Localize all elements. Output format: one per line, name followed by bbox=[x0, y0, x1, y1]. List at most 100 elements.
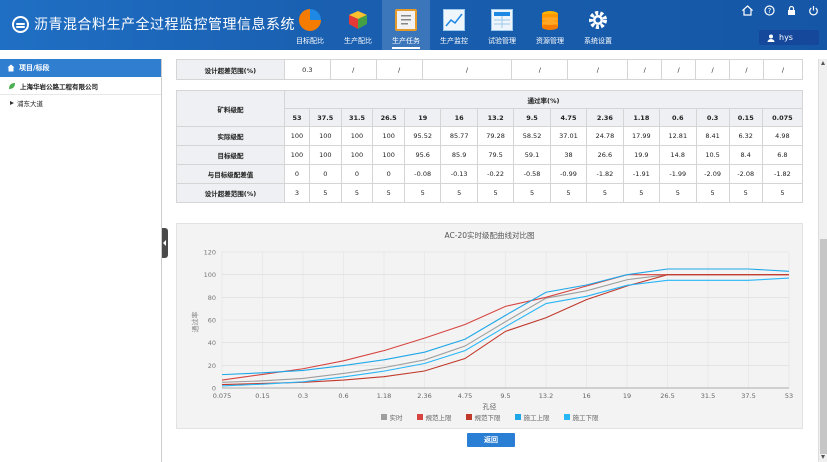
sidebar-org[interactable]: 上海华岩公路工程有限公司 bbox=[0, 77, 161, 95]
table-cell: 5 bbox=[403, 183, 442, 203]
user-menu[interactable]: hys bbox=[759, 30, 819, 45]
table-cell: 14.8 bbox=[659, 145, 697, 165]
sidebar-org-label: 上海华岩公路工程有限公司 bbox=[20, 82, 98, 91]
svg-text:?: ? bbox=[767, 7, 771, 15]
clipboard-icon bbox=[395, 9, 417, 31]
table-row: 目标级配 100 100 100 100 95.6 85.9 79.5 59.1 38 26.6 19… bbox=[176, 145, 804, 165]
help-icon[interactable]: ? bbox=[763, 5, 775, 17]
table-cell: 3 bbox=[284, 183, 310, 203]
nav-item-resource-management[interactable]: 资源管理 bbox=[526, 0, 574, 50]
legend-item[interactable]: 規范上限 bbox=[416, 412, 452, 422]
main-nav: 目标配比 生产配比 生产任务 生产监控 试验管理 资源管理 系统设置 bbox=[286, 0, 622, 50]
nav-item-production-monitor[interactable]: 生产监控 bbox=[430, 0, 478, 50]
sieve-header: 16 bbox=[440, 108, 478, 127]
row-label: 设计超差范围(%) bbox=[176, 59, 285, 80]
grading-chart: AC-20实时级配曲线对比图 通过率 0 20 40 60 80 100 120 0.075 0… bbox=[176, 223, 803, 429]
sidebar-item-project[interactable]: 浦东大道 bbox=[0, 95, 161, 111]
legend-item[interactable]: 实时 bbox=[380, 412, 403, 422]
column-group-header: 通过率(%) bbox=[284, 90, 803, 109]
table-cell: / bbox=[729, 59, 764, 80]
legend-item[interactable]: 規范下限 bbox=[465, 412, 501, 422]
table-cell: -1.82 bbox=[761, 164, 804, 184]
table-cell: 95.52 bbox=[403, 126, 442, 146]
table-cell: 0.3 bbox=[283, 59, 331, 80]
nav-item-production-ratio[interactable]: 生产配比 bbox=[334, 0, 382, 50]
legend-swatch bbox=[563, 414, 570, 420]
grading-table: 矿料级配 通过率(%) 53 37.5 31.5 26.5 19 16 13.2 9.5 4.7… bbox=[176, 90, 804, 203]
row-label: 目标级配 bbox=[176, 145, 285, 165]
y-tick-label: 40 bbox=[208, 339, 216, 347]
row-label: 与目标级配差值 bbox=[176, 164, 285, 184]
sieve-header: 13.2 bbox=[476, 108, 515, 127]
legend-item[interactable]: 施工下限 bbox=[563, 412, 599, 422]
table-icon bbox=[491, 9, 513, 31]
legend-swatch bbox=[465, 414, 472, 420]
table-cell: / bbox=[695, 59, 731, 80]
x-tick-label: 2.36 bbox=[417, 392, 431, 400]
x-tick-label: 0.3 bbox=[298, 392, 308, 400]
app-title: 沥青混合料生产全过程监控管理信息系统 bbox=[34, 17, 295, 33]
nav-label: 资源管理 bbox=[536, 37, 564, 45]
scroll-up-icon[interactable] bbox=[821, 61, 825, 65]
sieve-header: 0.6 bbox=[659, 108, 697, 127]
table-cell: 100 bbox=[372, 126, 405, 146]
y-tick-label: 20 bbox=[208, 362, 216, 370]
table-cell: -0.08 bbox=[403, 164, 442, 184]
table-cell: -1.91 bbox=[622, 164, 661, 184]
power-icon[interactable] bbox=[807, 5, 819, 17]
table-row: 设计超差范围(%) 3 5 5 5 5 5 5 5 5 5 5 5 5 5 5 bbox=[176, 183, 804, 203]
table-cell: 0 bbox=[308, 164, 342, 184]
table-cell: -2.09 bbox=[695, 164, 730, 184]
sieve-header: 2.36 bbox=[586, 108, 624, 127]
table-cell: 5 bbox=[372, 183, 405, 203]
sieve-header: 19 bbox=[403, 108, 442, 127]
y-tick-label: 100 bbox=[204, 271, 216, 279]
x-tick-label: 1.18 bbox=[377, 392, 391, 400]
table-cell: 85.9 bbox=[440, 145, 478, 165]
nav-item-test-management[interactable]: 试验管理 bbox=[478, 0, 526, 50]
table-cell: 5 bbox=[761, 183, 804, 203]
nav-item-production-task[interactable]: 生产任务 bbox=[382, 0, 430, 50]
table-cell: 5 bbox=[476, 183, 515, 203]
pie-chart-icon bbox=[299, 9, 321, 31]
app-logo: 沥青混合料生产全过程监控管理信息系统 bbox=[12, 14, 295, 34]
table-cell: 10.5 bbox=[695, 145, 730, 165]
legend-swatch bbox=[380, 414, 387, 420]
table-cell: / bbox=[375, 59, 423, 80]
table-cell: 5 bbox=[513, 183, 551, 203]
chart-svg: 0204060801001200.075 0.15 0.3 0.6 1.18 2.36 4.… bbox=[204, 249, 794, 401]
x-tick-label: 53 bbox=[785, 392, 793, 400]
nav-item-system-settings[interactable]: 系统设置 bbox=[574, 0, 622, 50]
x-tick-label: 4.75 bbox=[458, 392, 472, 400]
chart-legend: 实时 規范上限 規范下限 施工上限 施工下限 bbox=[177, 412, 802, 422]
table-cell: 59.1 bbox=[513, 145, 551, 165]
nav-item-target-ratio[interactable]: 目标配比 bbox=[286, 0, 334, 50]
sidebar-title: 项目/标段 bbox=[0, 59, 161, 77]
app-header: 沥青混合料生产全过程监控管理信息系统 目标配比 生产配比 生产任务 生产监控 试… bbox=[0, 0, 827, 50]
vertical-scrollbar[interactable] bbox=[818, 59, 827, 462]
table-cell: 0 bbox=[340, 164, 374, 184]
scroll-thumb[interactable] bbox=[820, 239, 827, 454]
table-cell: 5 bbox=[586, 183, 624, 203]
legend-item[interactable]: 施工上限 bbox=[514, 412, 550, 422]
sieve-header: 53 bbox=[284, 108, 310, 127]
legend-label: 施工下限 bbox=[572, 414, 599, 422]
table-cell: / bbox=[329, 59, 377, 80]
line-chart-icon bbox=[443, 9, 465, 31]
table-row: 设计超差范围(%) 0.3 / / / / / / / / / / bbox=[176, 59, 803, 80]
scroll-down-icon[interactable] bbox=[821, 455, 825, 459]
table-cell: -0.22 bbox=[476, 164, 515, 184]
back-button[interactable]: 返回 bbox=[467, 433, 515, 447]
table-cell: 100 bbox=[284, 126, 310, 146]
x-tick-label: 0.15 bbox=[255, 392, 269, 400]
chart-x-axis-label: 孔径 bbox=[482, 403, 497, 411]
lock-icon[interactable] bbox=[785, 5, 797, 17]
home-icon[interactable] bbox=[740, 5, 754, 17]
table-cell: 8.4 bbox=[728, 145, 763, 165]
sidebar-item-label: 浦东大道 bbox=[17, 100, 43, 108]
table-cell: 85.77 bbox=[440, 126, 478, 146]
table-cell: 79.5 bbox=[476, 145, 515, 165]
table-cell: -2.08 bbox=[728, 164, 763, 184]
table-cell: / bbox=[511, 59, 569, 80]
sieve-header: 0.3 bbox=[695, 108, 730, 127]
